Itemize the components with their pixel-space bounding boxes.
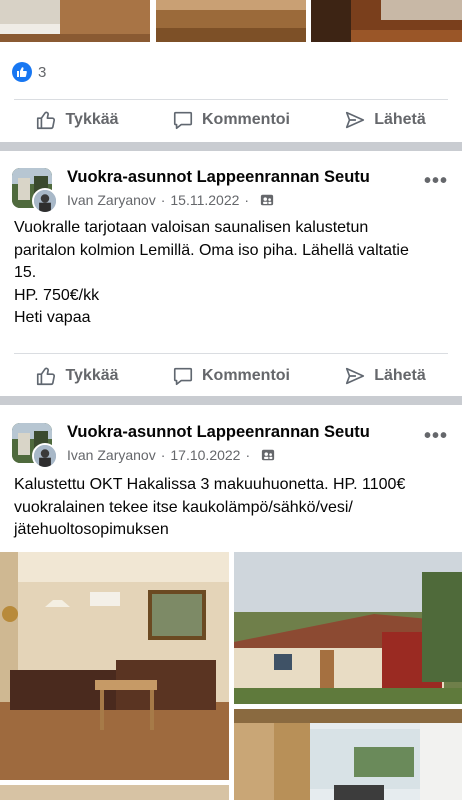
action-bar: Tykkää Kommentoi Lähetä <box>0 100 462 140</box>
post-body: Kalustettu OKT Hakalissa 3 makuuhuonetta… <box>14 474 450 542</box>
feed-divider <box>0 396 462 405</box>
reactions-summary[interactable]: 3 <box>12 62 46 82</box>
photo-floor[interactable] <box>156 0 306 42</box>
meta-dot: · <box>160 447 166 463</box>
meta-dot: · <box>160 192 166 208</box>
like-button[interactable]: Tykkää <box>0 356 154 396</box>
separator <box>14 353 448 354</box>
post-author[interactable]: Ivan Zaryanov <box>67 447 156 463</box>
post-header: Vuokra-asunnot Lappeenrannan Seutu Ivan … <box>12 421 452 469</box>
send-label: Lähetä <box>374 367 426 384</box>
post-text-line: 15. <box>14 264 37 281</box>
post-meta: Ivan Zaryanov · 17.10.2022 · <box>67 447 275 463</box>
meta-dot: · <box>245 447 251 463</box>
send-button[interactable]: Lähetä <box>308 100 462 140</box>
user-avatar <box>32 443 58 469</box>
comment-label: Kommentoi <box>202 111 290 128</box>
avatar[interactable] <box>12 423 58 469</box>
photo-living-room[interactable] <box>0 552 229 780</box>
comment-icon <box>173 367 193 386</box>
post-text-line: vuokralainen tekee itse kaukolämpö/sähkö… <box>14 498 353 516</box>
send-button[interactable]: Lähetä <box>308 356 462 396</box>
post-date[interactable]: 15.11.2022 <box>170 192 239 208</box>
post-author[interactable]: Ivan Zaryanov <box>67 192 156 208</box>
post-body: Vuokralle tarjotaan valoisan saunalisen … <box>14 217 450 330</box>
comment-button[interactable]: Kommentoi <box>154 100 308 140</box>
more-options-button[interactable]: ••• <box>424 425 448 448</box>
thumbs-up-icon <box>37 367 56 386</box>
reaction-count: 3 <box>38 63 47 81</box>
group-name[interactable]: Vuokra-asunnot Lappeenrannan Seutu <box>67 423 370 442</box>
group-members-icon <box>260 194 274 206</box>
post-meta: Ivan Zaryanov · 15.11.2022 · <box>67 192 274 208</box>
comment-button[interactable]: Kommentoi <box>154 356 308 396</box>
like-label: Tykkää <box>65 111 119 128</box>
avatar[interactable] <box>12 168 58 214</box>
action-bar: Tykkää Kommentoi Lähetä <box>0 356 462 396</box>
like-button[interactable]: Tykkää <box>0 100 154 140</box>
photo-house-exterior[interactable] <box>234 552 462 704</box>
thumbs-up-icon <box>37 111 56 130</box>
photo-next[interactable] <box>0 785 229 800</box>
post-text-line: paritalon kolmion Lemillä. Oma iso piha.… <box>14 241 409 259</box>
send-icon <box>346 367 365 385</box>
post-text-line: HP. 750€/kk <box>14 286 100 304</box>
group-name[interactable]: Vuokra-asunnot Lappeenrannan Seutu <box>67 168 370 187</box>
send-label: Lähetä <box>374 111 426 128</box>
post-text-line: Kalustettu OKT Hakalissa 3 makuuhuonetta… <box>14 476 406 493</box>
post-text-line: jätehuoltosopimuksen <box>14 521 169 538</box>
like-label: Tykkää <box>65 367 119 384</box>
post-date[interactable]: 17.10.2022 <box>170 447 240 463</box>
comment-label: Kommentoi <box>202 367 290 384</box>
meta-dot: · <box>244 192 250 208</box>
send-icon <box>346 111 365 129</box>
post-header: Vuokra-asunnot Lappeenrannan Seutu Ivan … <box>12 166 452 214</box>
comment-icon <box>173 111 193 130</box>
like-icon <box>12 62 32 82</box>
photo-glass-terrace[interactable] <box>234 709 462 800</box>
user-avatar <box>32 188 58 214</box>
more-options-button[interactable]: ••• <box>424 170 448 193</box>
feed-divider <box>0 142 462 151</box>
photo-bedroom[interactable] <box>0 0 150 42</box>
photo-room[interactable] <box>311 0 462 42</box>
post-text-line: Vuokralle tarjotaan valoisan saunalisen … <box>14 219 369 236</box>
post-text-line: Heti vapaa <box>14 309 91 326</box>
group-members-icon <box>262 449 275 461</box>
previous-post-photos <box>0 0 462 42</box>
